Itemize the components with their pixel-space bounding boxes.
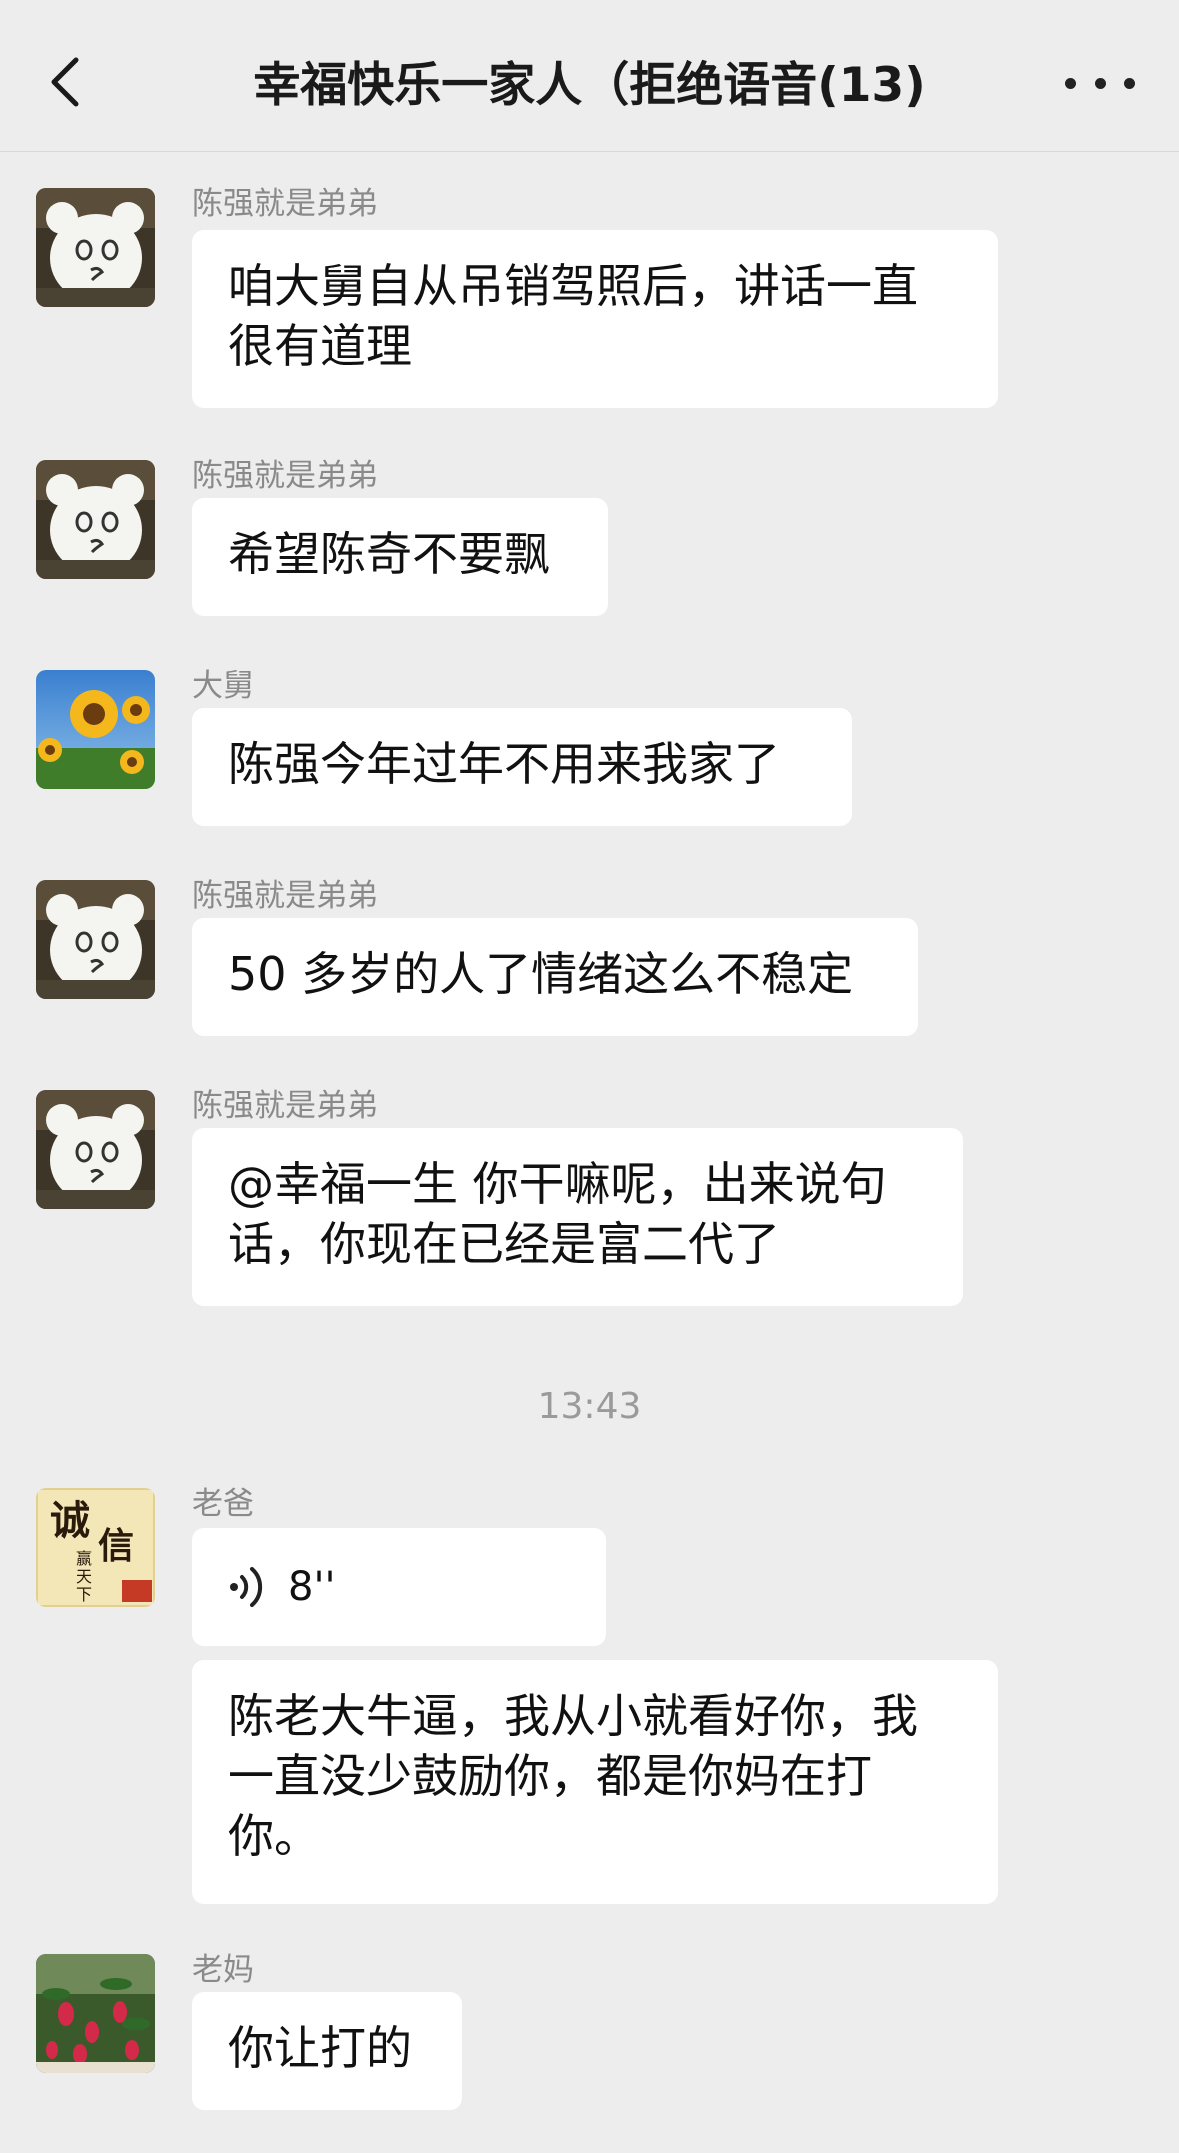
flower-avatar-icon [36, 1954, 155, 2073]
panda-avatar-icon [36, 188, 155, 307]
timestamp: 13:43 [537, 1386, 642, 1427]
avatar-brother[interactable] [36, 880, 155, 999]
avatar-brother[interactable] [36, 188, 155, 307]
message-bubble[interactable]: 陈强今年过年不用来我家了 [192, 708, 852, 826]
sender-name: 陈强就是弟弟 [192, 878, 378, 914]
back-button[interactable] [36, 52, 96, 112]
voice-duration: 8'' [288, 1564, 336, 1610]
message-bubble[interactable]: 陈老大牛逼，我从小就看好你，我一直没少鼓励你，都是你妈在打你。 [192, 1660, 998, 1904]
message-bubble[interactable]: @幸福一生 你干嘛呢，出来说句话，你现在已经是富二代了 [192, 1128, 963, 1306]
message-bubble[interactable]: 咱大舅自从吊销驾照后，讲话一直很有道理 [192, 230, 998, 408]
calligraphy-avatar-icon: 诚 信 赢 天 下 [36, 1488, 155, 1607]
voice-wave-icon [230, 1567, 263, 1607]
back-arrow-icon [51, 57, 79, 107]
sender-name: 老爸 [192, 1486, 254, 1522]
svg-text:天: 天 [76, 1567, 92, 1586]
svg-text:赢: 赢 [76, 1549, 92, 1568]
sunflower-avatar-icon [36, 670, 155, 789]
svg-text:下: 下 [76, 1585, 92, 1604]
panda-avatar-icon [36, 1090, 155, 1209]
message-bubble[interactable]: 你让打的 [192, 1992, 462, 2110]
more-dots-icon [1065, 77, 1076, 89]
panda-avatar-icon [36, 880, 155, 999]
sender-name: 大舅 [192, 668, 254, 704]
sender-name: 陈强就是弟弟 [192, 1088, 378, 1124]
avatar-brother[interactable] [36, 460, 155, 579]
chat-title: 幸福快乐一家人（拒绝语音(13) [253, 58, 926, 113]
message-bubble[interactable]: 50 多岁的人了情绪这么不稳定 [192, 918, 918, 1036]
sender-name: 陈强就是弟弟 [192, 458, 378, 494]
avatar-mom[interactable] [36, 1954, 155, 2073]
avatar-brother[interactable] [36, 1090, 155, 1209]
voice-message-bubble[interactable]: 8'' [192, 1528, 606, 1646]
message-bubble[interactable]: 希望陈奇不要飘 [192, 498, 608, 616]
avatar-dad[interactable]: 诚 信 赢 天 下 [36, 1488, 155, 1607]
sender-name: 老妈 [192, 1952, 254, 1988]
avatar-uncle[interactable] [36, 670, 155, 789]
more-options-button[interactable] [1065, 58, 1135, 108]
chat-header: 幸福快乐一家人（拒绝语音(13) [0, 0, 1179, 152]
sender-name: 陈强就是弟弟 [192, 186, 378, 222]
panda-avatar-icon [36, 460, 155, 579]
chat-screen: 幸福快乐一家人（拒绝语音(13) 陈强就是弟弟 咱大舅自从吊销驾照后，讲话一直很… [0, 0, 1179, 2153]
svg-text:信: 信 [98, 1526, 134, 1567]
svg-text:诚: 诚 [50, 1498, 90, 1544]
